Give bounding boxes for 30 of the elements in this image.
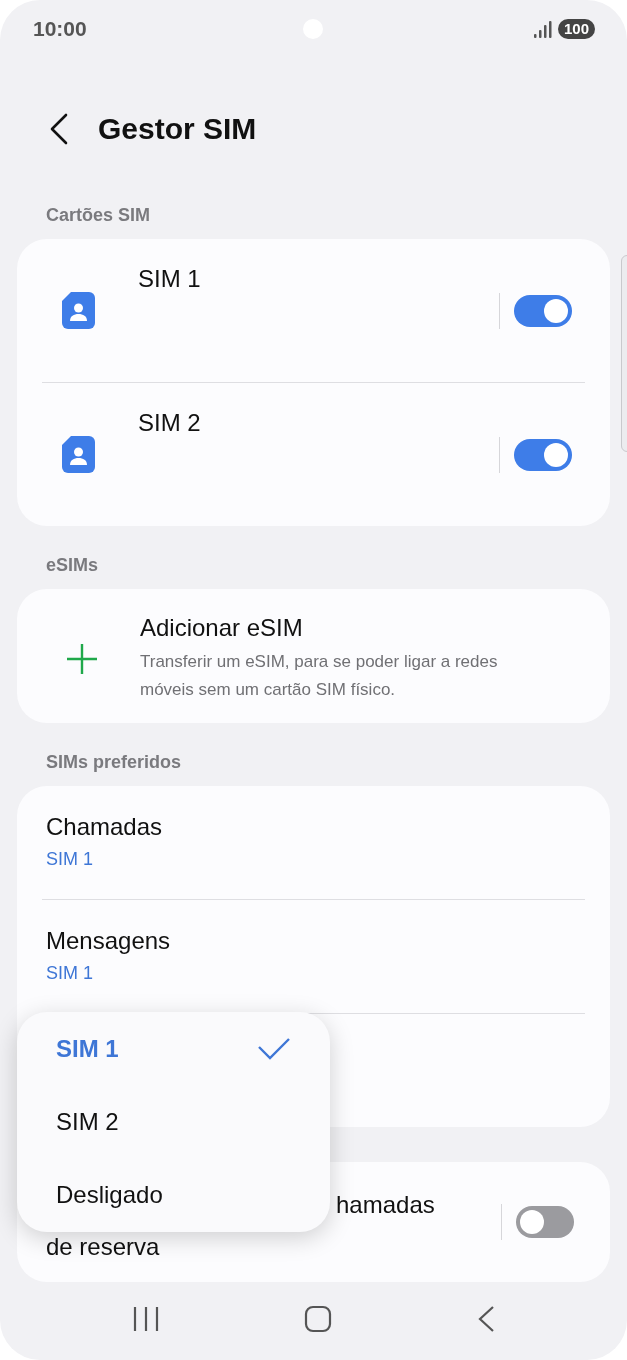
preference-title: Mensagens <box>46 926 172 956</box>
sim-card-icon <box>62 292 95 329</box>
esim-title: Adicionar eSIM <box>140 613 304 643</box>
recent-apps-button[interactable] <box>132 1306 159 1332</box>
toggle-switch[interactable] <box>514 294 572 327</box>
plus-icon <box>66 642 98 675</box>
status-time: 10:00 <box>33 17 87 41</box>
sim-title: SIM 2 <box>138 408 201 438</box>
setting-label: de reserva <box>46 1232 161 1262</box>
menu-option[interactable]: Desligado <box>56 1158 290 1231</box>
section-label: SIMs preferidos <box>46 751 183 774</box>
signal-icon <box>533 20 552 38</box>
battery-level: 100 <box>557 19 595 39</box>
back-nav-button[interactable] <box>476 1305 495 1333</box>
sim-card-icon <box>62 436 95 473</box>
menu-option[interactable]: SIM 2 <box>56 1085 290 1158</box>
preference-title: Chamadas <box>46 812 164 842</box>
home-button[interactable] <box>303 1305 332 1333</box>
section-label: Cartões SIM <box>46 204 152 227</box>
sim-title: SIM 1 <box>138 264 201 294</box>
check-icon <box>258 1037 290 1060</box>
toggle-switch[interactable] <box>516 1206 574 1238</box>
esim-description: Transferir um eSIM, para se poder ligar a redes móveis sem um cartão SIM físico. <box>140 651 499 701</box>
page-title: Gestor SIM <box>98 112 257 146</box>
preference-value: SIM 1 <box>46 962 94 985</box>
setting-label: hamadas <box>336 1190 435 1220</box>
section-label: eSIMs <box>46 554 100 577</box>
menu-option[interactable]: SIM 1 <box>56 1012 290 1085</box>
toggle-switch[interactable] <box>514 438 572 471</box>
preference-value: SIM 1 <box>46 848 94 871</box>
